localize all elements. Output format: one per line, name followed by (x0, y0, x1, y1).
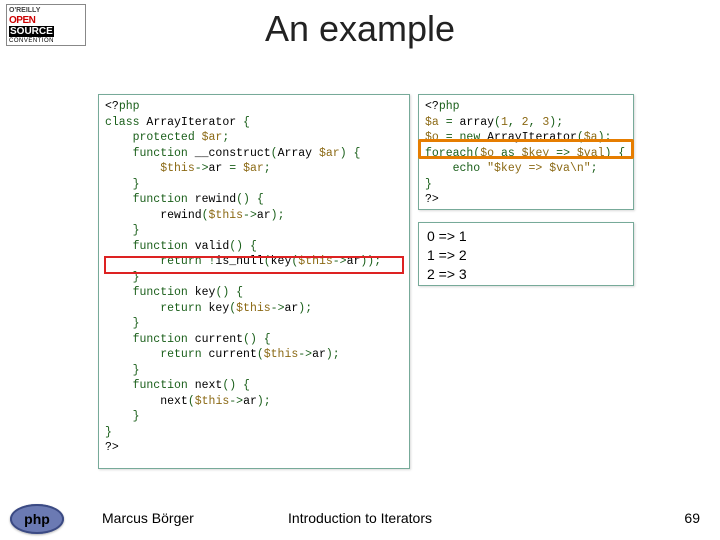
output-line: 2 => 3 (427, 265, 625, 284)
slide-title: An example (0, 8, 720, 50)
code-left-panel: <?php class ArrayIterator { protected $a… (98, 94, 410, 469)
output-box: 0 => 1 1 => 2 2 => 3 (418, 222, 634, 286)
output-line: 0 => 1 (427, 227, 625, 246)
output-line: 1 => 2 (427, 246, 625, 265)
code-right-panel: <?php $a = array(1, 2, 3); $o = new Arra… (418, 94, 634, 210)
footer-title: Introduction to Iterators (0, 510, 720, 526)
footer-page-number: 69 (684, 510, 700, 526)
